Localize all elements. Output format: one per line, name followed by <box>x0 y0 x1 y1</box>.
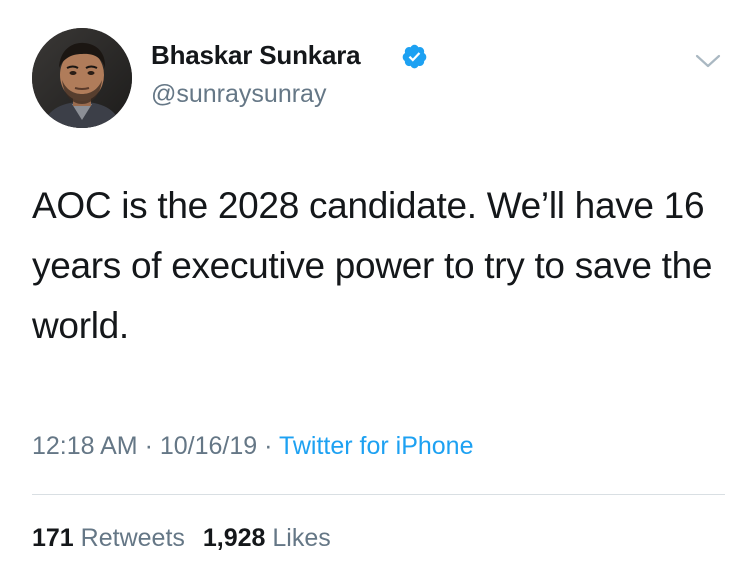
avatar[interactable] <box>32 28 132 128</box>
retweets-stat[interactable]: 171 Retweets <box>32 524 185 552</box>
tweet-card: Bhaskar Sunkara @sunraysunray AOC is the… <box>0 0 750 567</box>
tweet-meta: 12:18 AM · 10/16/19 · Twitter for iPhone <box>32 432 473 461</box>
tweet-source-link[interactable]: Twitter for iPhone <box>279 432 474 460</box>
likes-stat[interactable]: 1,928 Likes <box>203 524 331 552</box>
author-handle[interactable]: @sunraysunray <box>151 80 326 109</box>
meta-separator: · <box>257 432 279 460</box>
tweet-text: AOC is the 2028 candidate. We’ll have 16… <box>32 185 713 346</box>
likes-count: 1,928 <box>202 524 266 552</box>
tweet-date[interactable]: 10/16/19 <box>160 432 257 460</box>
chevron-down-icon[interactable] <box>693 50 723 72</box>
divider <box>32 494 725 495</box>
tweet-time[interactable]: 12:18 AM <box>32 432 138 460</box>
profile-photo <box>32 28 132 128</box>
tweet-stats: 171 Retweets 1,928 Likes <box>32 524 331 553</box>
author-display-name[interactable]: Bhaskar Sunkara <box>151 40 361 71</box>
verified-badge-icon <box>402 44 427 69</box>
retweets-count: 171 <box>32 524 74 552</box>
likes-label: Likes <box>272 524 331 552</box>
meta-separator: · <box>137 432 160 460</box>
retweets-label: Retweets <box>80 524 185 552</box>
